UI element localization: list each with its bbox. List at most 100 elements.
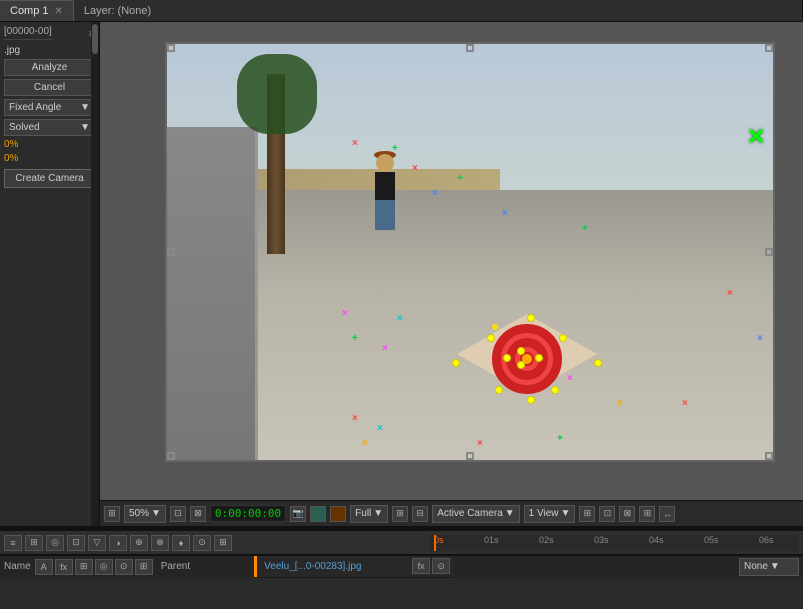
fit-icon[interactable]: ⊡ (170, 506, 186, 522)
track-point-o2: × (617, 399, 623, 409)
track-point-o1: × (362, 439, 368, 449)
time-3: 03s (594, 535, 609, 545)
scrollbar[interactable] (91, 22, 99, 526)
chevron-down-icon2: ▼ (80, 122, 90, 133)
track-point-c1: × (397, 314, 403, 324)
percent-row2: 0% (4, 153, 95, 164)
orange-bar (254, 556, 257, 577)
comp-tab-label: Comp 1 (10, 5, 49, 17)
tl-btn-9[interactable]: ♦ (172, 535, 190, 551)
layer-btn-1[interactable]: A (35, 559, 53, 575)
track-point-r5: × (682, 399, 688, 409)
corner-handle-tr[interactable] (765, 44, 773, 52)
playhead-indicator (434, 535, 436, 551)
toggle3-icon[interactable]: ⊠ (619, 506, 635, 522)
layer-icon-fx[interactable]: fx (412, 558, 430, 574)
composition-frame[interactable]: × × × × × × + + + + + × × × × × × (165, 42, 775, 462)
control-point-bottom[interactable] (527, 396, 535, 404)
control-point-top[interactable] (527, 314, 535, 322)
layer-btn-6[interactable]: ⊞ (135, 559, 153, 575)
bottom-bar: Name A fx ⊞ ◎ ⊙ ⊞ Parent Veelu_[...0-002… (0, 555, 803, 577)
corner-handle-br[interactable] (765, 452, 773, 460)
zoom-dropdown[interactable]: 50% ▼ (124, 505, 166, 523)
solved-dropdown[interactable]: Solved ▼ (4, 119, 95, 136)
channels-icon[interactable]: ⊞ (392, 506, 408, 522)
timeline-toolbar: ≡ ⊞ ◎ ⊡ ▽ ◑ ⊕ ⊗ ♦ ⊙ ⊞ 0s 01s 02s 03s 04s… (0, 531, 803, 555)
analyze-button[interactable]: Analyze (4, 59, 95, 76)
tl-btn-5[interactable]: ▽ (88, 535, 106, 551)
layer-row-1: Veelu_[...0-00283].jpg fx ⊙ (254, 556, 454, 578)
percent2: 0% (4, 153, 18, 164)
time-5: 05s (704, 535, 719, 545)
percent-row1: 0% (4, 139, 95, 150)
control-point-c3[interactable] (503, 354, 511, 362)
tl-btn-3[interactable]: ◎ (46, 535, 64, 551)
track-point-g4: + (352, 334, 358, 344)
toggle1-icon[interactable]: ⊞ (579, 506, 595, 522)
none-dropdown[interactable]: None ▼ (739, 558, 799, 576)
view-chevron: ▼ (505, 508, 515, 519)
tl-btn-7[interactable]: ⊕ (130, 535, 148, 551)
layer-name[interactable]: Veelu_[...0-00283].jpg (264, 561, 361, 572)
control-point-br[interactable] (551, 386, 559, 394)
ring-center (492, 324, 498, 330)
tl-btn-8[interactable]: ⊗ (151, 535, 169, 551)
track-point-b3: × (757, 334, 763, 344)
control-point-right[interactable] (594, 359, 602, 367)
angle-dropdown[interactable]: Fixed Angle ▼ (4, 99, 95, 116)
edge-handle-top[interactable] (466, 44, 474, 52)
tl-btn-10[interactable]: ⊙ (193, 535, 211, 551)
depth-icon[interactable]: ⊟ (412, 506, 428, 522)
track-point-r6: × (727, 289, 733, 299)
tl-btn-1[interactable]: ≡ (4, 535, 22, 551)
control-point-tl[interactable] (487, 334, 495, 342)
person-head (376, 154, 394, 172)
layer-controls: A fx ⊞ ◎ ⊙ ⊞ (35, 559, 153, 575)
layer-btn-4[interactable]: ◎ (95, 559, 113, 575)
toggle4-icon[interactable]: ⊞ (639, 506, 655, 522)
corner-handle-bl[interactable] (167, 452, 175, 460)
cancel-button[interactable]: Cancel (4, 79, 95, 96)
name-column-header: Name (4, 561, 31, 572)
pixel-icon[interactable]: ⊠ (190, 506, 206, 522)
edge-handle-left[interactable] (167, 248, 175, 256)
person-torso (375, 172, 395, 200)
edge-handle-right[interactable] (765, 248, 773, 256)
control-point-c4[interactable] (535, 354, 543, 362)
quality-dropdown[interactable]: Full ▼ (350, 505, 388, 523)
preview-icon[interactable] (330, 506, 346, 522)
toggle2-icon[interactable]: ⊡ (599, 506, 615, 522)
comp-tab[interactable]: Comp 1 ✕ (0, 0, 74, 21)
tree-foliage (237, 54, 317, 134)
top-bar: Comp 1 ✕ Layer: (None) (0, 0, 803, 22)
layout-dropdown[interactable]: 1 View ▼ (524, 505, 576, 523)
grid-icon[interactable]: ⊞ (104, 506, 120, 522)
tl-btn-4[interactable]: ⊡ (67, 535, 85, 551)
time-2: 02s (539, 535, 554, 545)
corner-handle-tl[interactable] (167, 44, 175, 52)
layer-btn-3[interactable]: ⊞ (75, 559, 93, 575)
create-camera-button[interactable]: Create Camera (4, 169, 95, 188)
toggle5-icon[interactable]: ↔ (659, 506, 675, 522)
control-point-left[interactable] (452, 359, 460, 367)
control-point-bl[interactable] (495, 386, 503, 394)
control-point-tr[interactable] (559, 334, 567, 342)
tab-close[interactable]: ✕ (55, 6, 63, 17)
edge-handle-bottom[interactable] (466, 452, 474, 460)
tl-btn-11[interactable]: ⊞ (214, 535, 232, 551)
left-panel: [00000-00] ≡ .jpg Analyze Cancel Fixed A… (0, 22, 100, 526)
layer-icon-2[interactable]: ⊙ (432, 558, 450, 574)
layer-btn-2[interactable]: fx (55, 559, 73, 575)
track-point-m1: × (342, 309, 348, 319)
layer-btn-5[interactable]: ⊙ (115, 559, 133, 575)
track-point-c2: × (377, 424, 383, 434)
track-point-b1: × (432, 189, 438, 199)
color-icon[interactable] (310, 506, 326, 522)
quality-chevron: ▼ (373, 508, 383, 519)
tl-btn-2[interactable]: ⊞ (25, 535, 43, 551)
tl-btn-6[interactable]: ◑ (109, 535, 127, 551)
view-dropdown[interactable]: Active Camera ▼ (432, 505, 519, 523)
camera-icon[interactable]: 📷 (290, 506, 306, 522)
wall-element (167, 127, 258, 460)
track-point-g5: + (557, 434, 563, 444)
